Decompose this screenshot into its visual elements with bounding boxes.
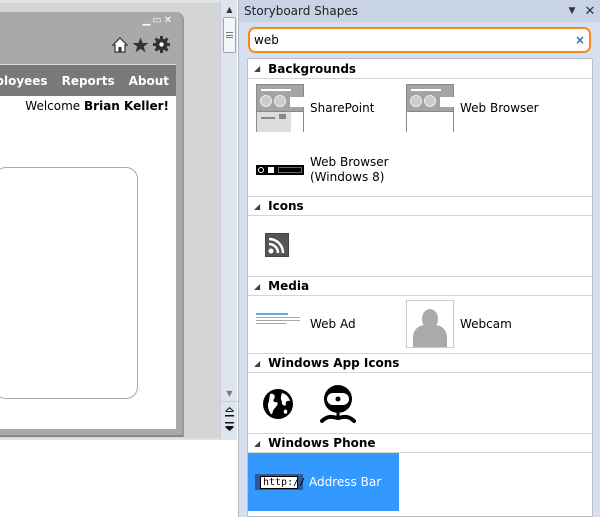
shape-label: Web Browser: [460, 100, 539, 115]
mock-nav-bar: Employees Reports About: [0, 64, 176, 96]
expand-triangle-icon: ◢: [254, 438, 261, 448]
toolbar-icons: [112, 36, 170, 53]
shape-label-line-2: (Windows 8): [310, 170, 385, 184]
panel-title: Storyboard Shapes: [244, 4, 358, 18]
webcam-thumbnail: [406, 300, 454, 348]
shape-label: Address Bar: [309, 474, 382, 489]
category-items-backgrounds: SharePoint Web Browser Web Browser (Windo…: [248, 79, 592, 196]
expand-triangle-icon: ◢: [254, 201, 261, 211]
category-label: Backgrounds: [268, 61, 357, 76]
shape-item-address-bar[interactable]: http:// Address Bar: [248, 453, 399, 511]
storyboard-canvas[interactable]: ▁▭✕ Employees Reports About Welcome Bria…: [0, 0, 220, 517]
search-input[interactable]: [254, 33, 575, 47]
web-ad-thumbnail: [256, 313, 304, 335]
star-icon[interactable]: [132, 37, 149, 53]
welcome-user-name: Brian Keller!: [84, 99, 169, 113]
shape-label: Web Browser (Windows 8): [310, 155, 389, 185]
nav-employees[interactable]: Employees: [0, 74, 48, 88]
panel-header: Storyboard Shapes ▼ ✕: [239, 0, 600, 22]
home-icon[interactable]: [112, 36, 128, 53]
close-icon[interactable]: ✕: [164, 15, 174, 26]
panel-menu-dropdown-icon[interactable]: ▼: [565, 6, 579, 16]
category-label: Media: [268, 279, 310, 293]
scroll-down-button[interactable]: ▼: [221, 386, 238, 400]
expand-triangle-icon: ◢: [254, 281, 261, 291]
address-bar-thumbnail: http://: [255, 474, 305, 490]
address-bar-item-content: http:// Address Bar: [255, 474, 381, 490]
shape-item-web-browser[interactable]: Web Browser: [406, 84, 539, 132]
rss-icon: [265, 233, 289, 257]
shape-label: Web Ad: [310, 316, 356, 331]
webcam-app-icon: [320, 385, 356, 423]
grip-icon: [226, 32, 233, 38]
panel-close-icon[interactable]: ✕: [583, 4, 597, 19]
maximize-icon[interactable]: ▭: [152, 15, 163, 26]
globe-icon: [263, 389, 293, 419]
shape-item-rss[interactable]: [265, 233, 289, 257]
minimize-icon[interactable]: ▁: [142, 15, 152, 26]
category-header-media[interactable]: ◢ Media: [248, 276, 592, 296]
welcome-text: Welcome Brian Keller!: [25, 99, 169, 113]
scroll-thumb[interactable]: [223, 17, 236, 53]
gear-icon[interactable]: [153, 36, 170, 53]
double-up-arrow-icon: [225, 407, 234, 417]
shape-label: Webcam: [460, 316, 512, 331]
shape-item-webcam-app[interactable]: [320, 384, 356, 424]
shape-item-globe[interactable]: [262, 388, 294, 420]
scroll-down-icon: ▼: [226, 388, 233, 398]
content-placeholder-box[interactable]: [0, 167, 138, 399]
shape-item-sharepoint[interactable]: SharePoint: [256, 84, 374, 132]
split-up-button[interactable]: [221, 405, 238, 419]
canvas-vertical-scrollbar[interactable]: ▲ ▼: [220, 0, 238, 440]
nav-reports[interactable]: Reports: [62, 74, 115, 88]
shape-label-line-1: Web Browser: [310, 155, 389, 169]
scroll-up-button[interactable]: ▲: [221, 2, 238, 16]
category-label: Icons: [268, 199, 304, 213]
category-items-media: Web Ad Webcam: [248, 296, 592, 353]
category-label: Windows App Icons: [268, 356, 400, 370]
expand-triangle-icon: ◢: [254, 358, 261, 368]
category-header-windows-phone[interactable]: ◢ Windows Phone: [248, 433, 592, 453]
shape-item-web-ad[interactable]: Web Ad: [256, 300, 356, 348]
expand-triangle-icon: ◢: [254, 64, 261, 73]
shape-item-webcam[interactable]: Webcam: [406, 300, 512, 348]
category-label: Windows Phone: [268, 436, 376, 450]
scroll-up-icon: ▲: [226, 4, 233, 14]
split-buttons: [221, 401, 238, 437]
category-items-windows-phone: http:// Address Bar: [248, 453, 592, 516]
web-browser-win8-thumbnail: [256, 165, 304, 175]
welcome-prefix: Welcome: [25, 99, 85, 113]
category-header-icons[interactable]: ◢ Icons: [248, 196, 592, 216]
double-down-arrow-icon: [225, 422, 234, 431]
category-header-windows-app-icons[interactable]: ◢ Windows App Icons: [248, 353, 592, 373]
search-box[interactable]: ×: [248, 27, 591, 53]
window-controls: ▁▭✕: [142, 15, 174, 26]
storyboard-shapes-panel: Storyboard Shapes ▼ ✕ × ◢ Backgrounds Sh…: [238, 0, 600, 517]
nav-about[interactable]: About: [129, 74, 169, 88]
category-header-backgrounds[interactable]: ◢ Backgrounds: [248, 59, 592, 79]
shape-label: SharePoint: [310, 100, 375, 115]
shape-item-web-browser-windows-8[interactable]: Web Browser (Windows 8): [256, 155, 389, 185]
mock-page-body: Welcome Brian Keller!: [0, 96, 176, 429]
category-items-icons: [248, 216, 592, 276]
category-items-windows-app-icons: [248, 373, 592, 433]
split-down-button[interactable]: [221, 420, 238, 434]
address-bar-thumbnail-text: http://: [260, 475, 305, 489]
sharepoint-thumbnail: [256, 84, 304, 132]
search-clear-icon[interactable]: ×: [575, 33, 585, 47]
web-browser-thumbnail: [406, 84, 454, 132]
shapes-list: ◢ Backgrounds SharePoint Web Browser Web…: [247, 58, 593, 517]
mock-browser-window[interactable]: ▁▭✕ Employees Reports About Welcome Bria…: [0, 12, 184, 437]
